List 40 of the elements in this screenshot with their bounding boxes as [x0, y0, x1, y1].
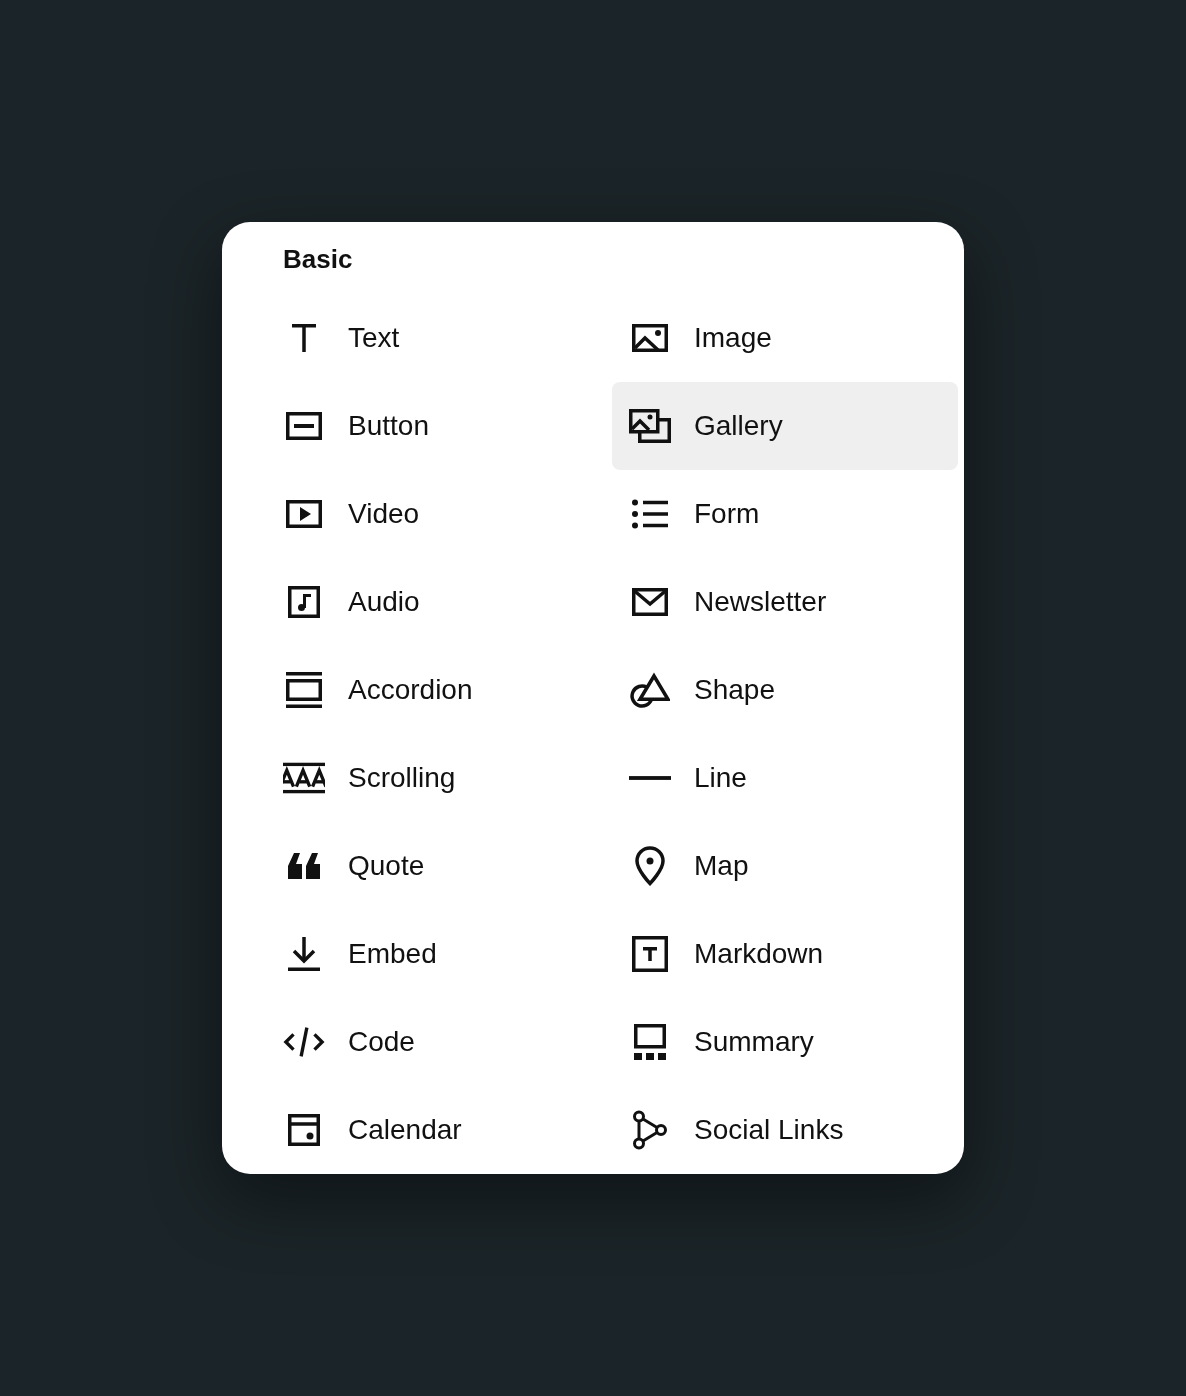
block-option[interactable]: Shape	[612, 646, 958, 734]
block-option[interactable]: Markdown	[612, 910, 958, 998]
gallery-icon	[629, 409, 671, 443]
block-option[interactable]: Accordion	[266, 646, 612, 734]
block-option[interactable]: Calendar	[266, 1086, 612, 1174]
section-heading: Basic	[282, 243, 354, 276]
list-icon	[632, 499, 668, 529]
block-option[interactable]: Summary	[612, 998, 958, 1086]
code-icon	[283, 1026, 325, 1058]
block-option[interactable]: Video	[266, 470, 612, 558]
block-option[interactable]: Audio	[266, 558, 612, 646]
marquee-icon	[283, 762, 325, 794]
share-nodes-icon	[632, 1110, 668, 1150]
block-option[interactable]: Newsletter	[612, 558, 958, 646]
music-note-icon	[288, 586, 320, 618]
image-icon	[632, 324, 668, 352]
summary-icon	[634, 1024, 666, 1060]
map-pin-icon	[634, 846, 666, 886]
play-icon	[286, 500, 322, 528]
accordion-icon	[286, 672, 322, 708]
block-option[interactable]: Line	[612, 734, 958, 822]
block-option[interactable]: Social Links	[612, 1086, 958, 1174]
block-option[interactable]: Button	[266, 382, 612, 470]
block-option[interactable]: Embed	[266, 910, 612, 998]
quote-icon	[288, 853, 320, 879]
envelope-icon	[632, 588, 668, 616]
text-icon	[292, 324, 316, 352]
markdown-icon	[632, 936, 668, 972]
block-option[interactable]: Image	[612, 294, 958, 382]
block-option[interactable]: Code	[266, 998, 612, 1086]
download-icon	[288, 937, 320, 971]
block-option[interactable]: Scrolling	[266, 734, 612, 822]
shapes-icon	[630, 672, 670, 708]
block-option[interactable]: Form	[612, 470, 958, 558]
block-option[interactable]: Map	[612, 822, 958, 910]
calendar-icon	[288, 1114, 320, 1146]
button-icon	[286, 412, 322, 440]
block-option[interactable]: Gallery	[612, 382, 958, 470]
block-option[interactable]: Quote	[266, 822, 612, 910]
block-option[interactable]: Text	[266, 294, 612, 382]
